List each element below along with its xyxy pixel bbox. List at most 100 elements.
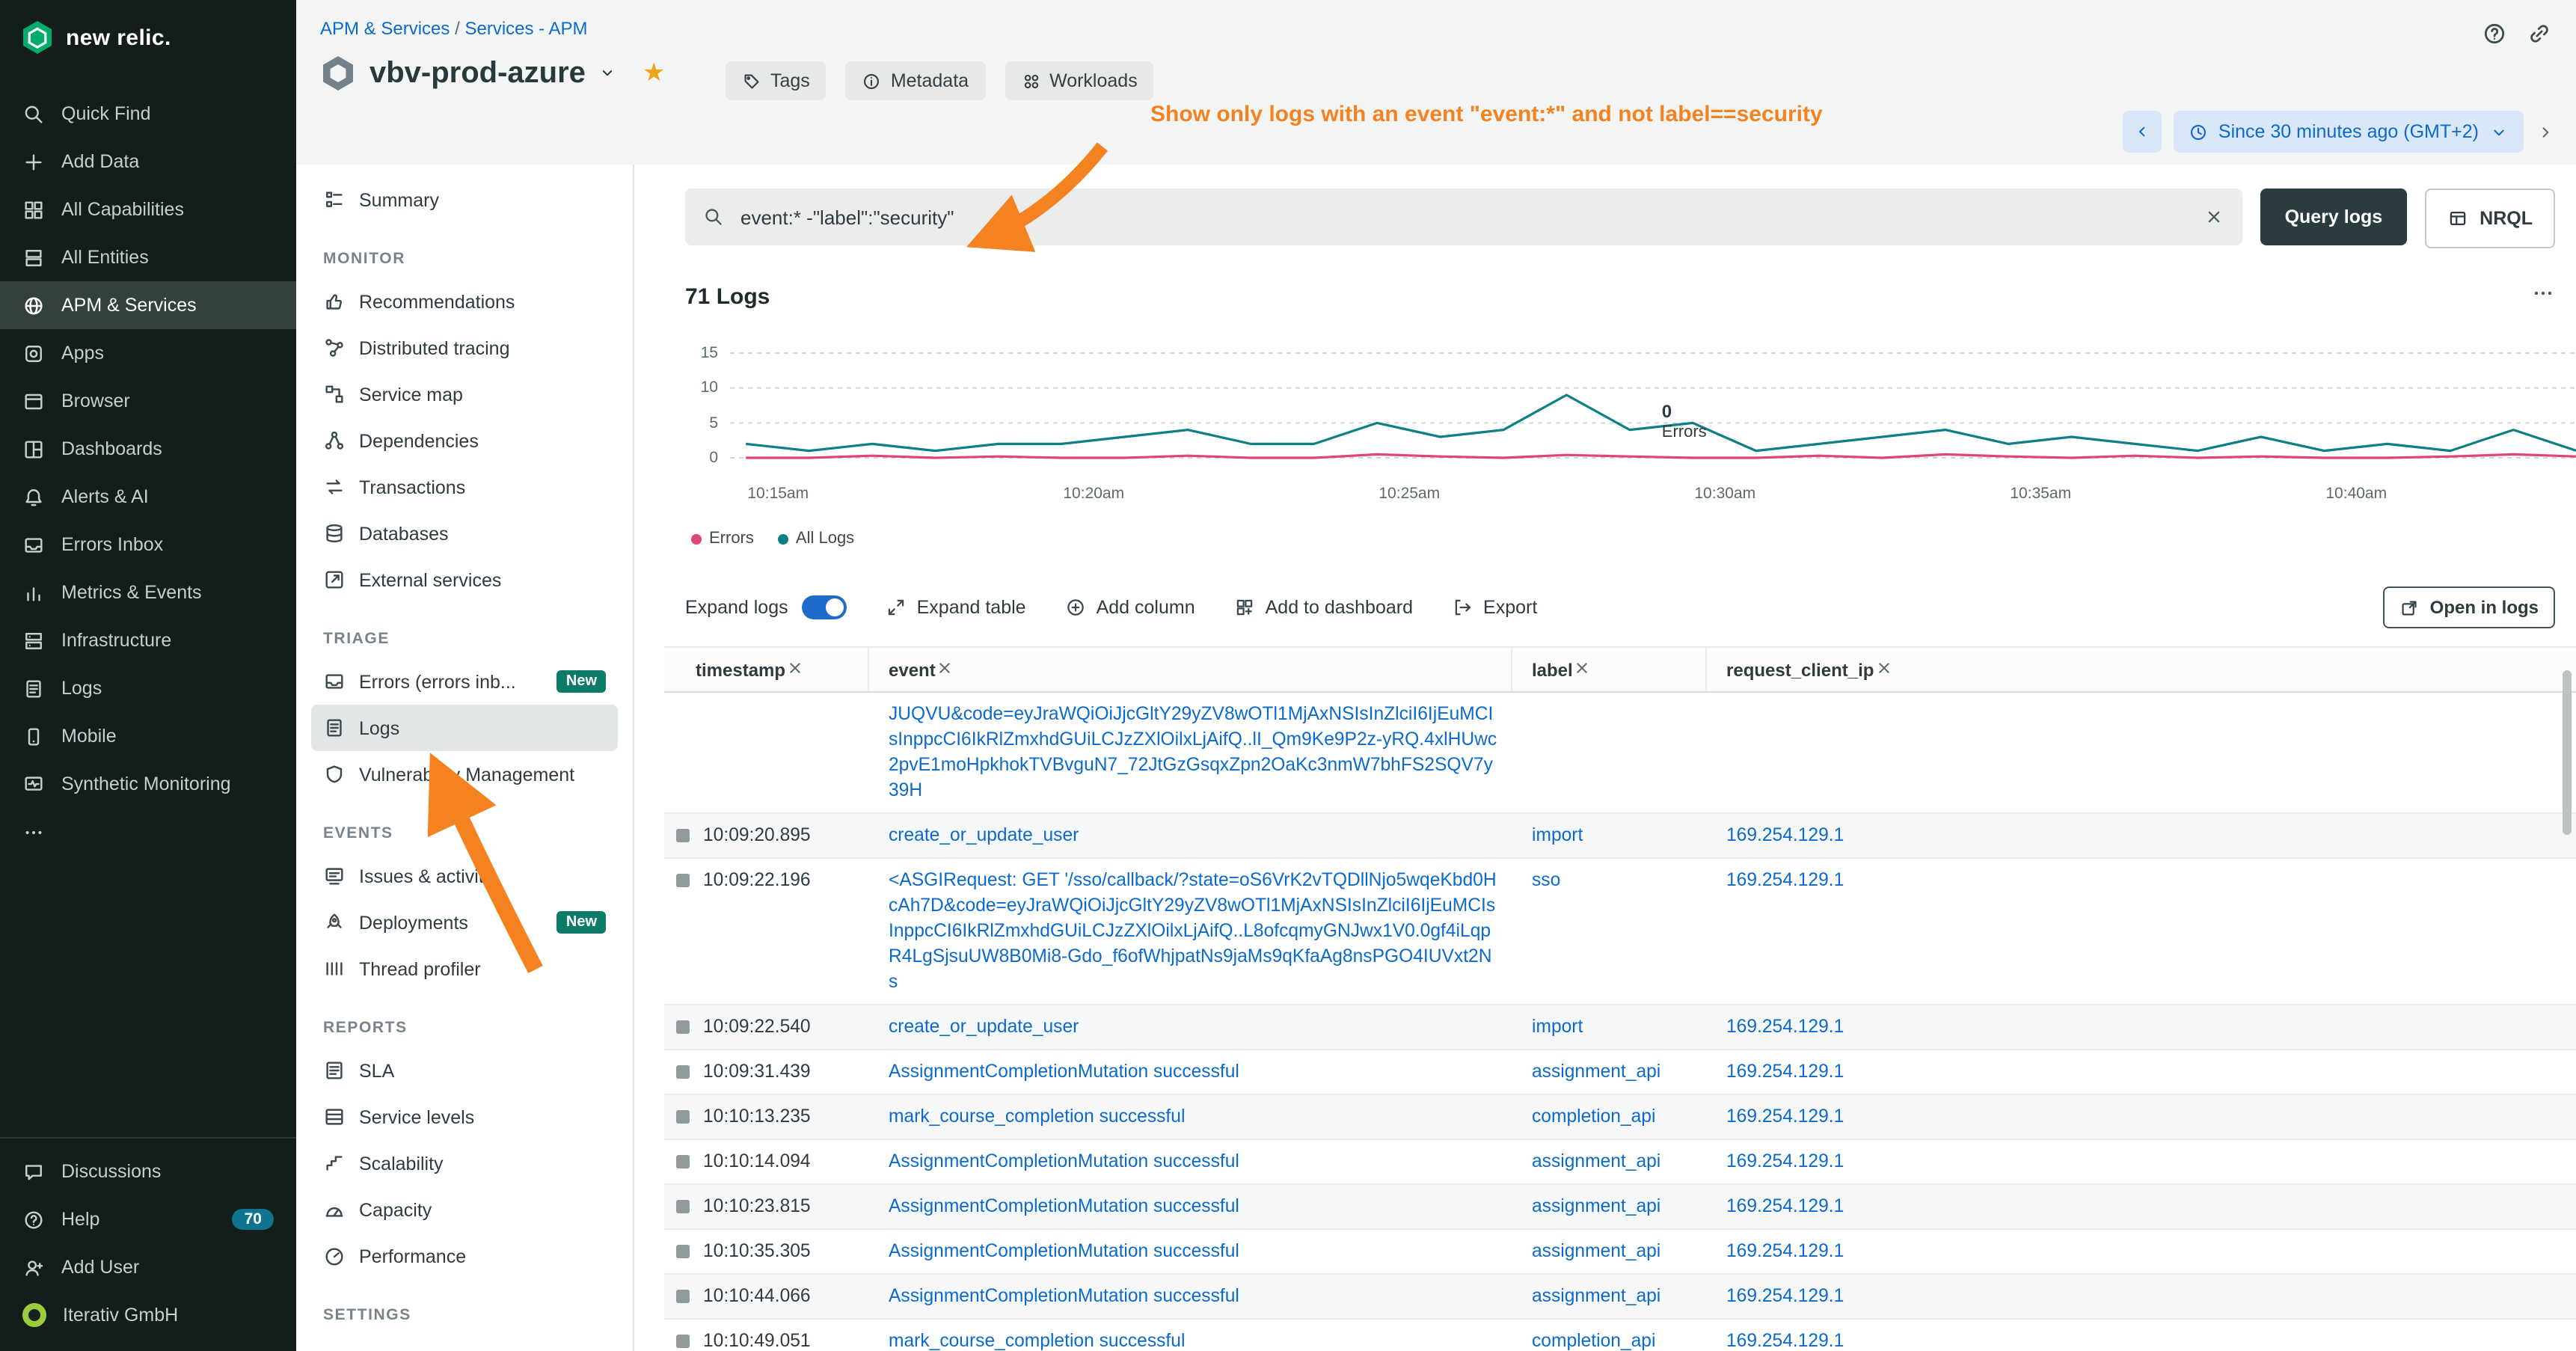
- time-picker[interactable]: Since 30 minutes ago (GMT+2): [2174, 111, 2524, 153]
- expand-table-button[interactable]: Expand table: [886, 597, 1026, 618]
- event-link[interactable]: JUQVU&code=eyJraWQiOiJjcGltY29yZV8wOTl1M…: [889, 703, 1497, 800]
- remove-column-wrap[interactable]: [785, 658, 805, 681]
- event-link[interactable]: create_or_update_user: [889, 824, 1079, 845]
- favorite-star-icon[interactable]: ★: [643, 58, 666, 88]
- event-link[interactable]: <ASGIRequest: GET '/sso/callback/?state=…: [889, 869, 1497, 992]
- nav-item-dependencies[interactable]: Dependencies: [311, 417, 618, 464]
- table-row[interactable]: 10:10:44.066AssignmentCompletionMutation…: [664, 1275, 2576, 1320]
- sidebar-item-all-capabilities[interactable]: All Capabilities: [0, 186, 296, 233]
- row-select-box[interactable]: [676, 874, 690, 887]
- nav-item-deployments[interactable]: DeploymentsNew: [311, 899, 618, 946]
- column-header-timestamp[interactable]: timestamp: [664, 648, 869, 691]
- sidebar-item-errors-inbox[interactable]: Errors Inbox: [0, 521, 296, 569]
- event-link[interactable]: AssignmentCompletionMutation successful: [889, 1195, 1239, 1216]
- nav-item-external-services[interactable]: External services: [311, 557, 618, 603]
- remove-column-wrap[interactable]: [1874, 658, 1893, 681]
- row-select-box[interactable]: [676, 1245, 690, 1258]
- nav-item-databases[interactable]: Databases: [311, 510, 618, 557]
- sidebar-footer-item-discussions[interactable]: Discussions: [0, 1148, 296, 1195]
- table-row[interactable]: 10:09:20.895create_or_update_userimport1…: [664, 814, 2576, 859]
- sidebar-footer-item-help[interactable]: Help70: [0, 1195, 296, 1243]
- row-select-box[interactable]: [676, 829, 690, 842]
- ip-link[interactable]: 169.254.129.1: [1726, 1016, 1844, 1037]
- ip-link[interactable]: 169.254.129.1: [1726, 1240, 1844, 1261]
- row-select-box[interactable]: [676, 1110, 690, 1124]
- breadcrumb-services-apm[interactable]: Services - APM: [464, 18, 587, 39]
- column-header-request-client-ip[interactable]: request_client_ip: [1707, 648, 2576, 691]
- nrql-button[interactable]: NRQL: [2424, 189, 2555, 248]
- sidebar-footer-item-add-user[interactable]: Add User: [0, 1243, 296, 1291]
- nav-item-vulnerability-management[interactable]: Vulnerability Management: [311, 751, 618, 797]
- label-link[interactable]: assignment_api: [1532, 1061, 1660, 1082]
- table-row[interactable]: 10:10:14.094AssignmentCompletionMutation…: [664, 1140, 2576, 1185]
- label-link[interactable]: import: [1532, 1016, 1583, 1037]
- column-header-label[interactable]: label: [1512, 648, 1707, 691]
- label-link[interactable]: assignment_api: [1532, 1285, 1660, 1306]
- table-row[interactable]: 10:09:22.196<ASGIRequest: GET '/sso/call…: [664, 859, 2576, 1005]
- query-logs-button[interactable]: Query logs: [2261, 189, 2407, 245]
- row-select-box[interactable]: [676, 1290, 690, 1303]
- table-row[interactable]: 10:09:31.439AssignmentCompletionMutation…: [664, 1050, 2576, 1095]
- sidebar-item-quick-find[interactable]: Quick Find: [0, 90, 296, 138]
- add-column-button[interactable]: Add column: [1065, 597, 1195, 618]
- nav-item-summary[interactable]: Summary: [311, 177, 618, 223]
- nav-item-recommendations[interactable]: Recommendations: [311, 278, 618, 325]
- nav-item-issues-activity[interactable]: Issues & activity: [311, 853, 618, 899]
- sidebar-item-infrastructure[interactable]: Infrastructure: [0, 616, 296, 664]
- sidebar-item-all-entities[interactable]: All Entities: [0, 233, 296, 281]
- collapse-panel-chevron-icon[interactable]: [2536, 122, 2555, 141]
- remove-column-wrap[interactable]: [1573, 658, 1592, 681]
- sidebar-item-metrics-events[interactable]: Metrics & Events: [0, 569, 296, 616]
- row-select-box[interactable]: [676, 1200, 690, 1213]
- export-button[interactable]: Export: [1452, 597, 1537, 618]
- table-row[interactable]: 10:10:13.235mark_course_completion succe…: [664, 1095, 2576, 1140]
- remove-column-wrap[interactable]: [936, 658, 955, 681]
- event-link[interactable]: AssignmentCompletionMutation successful: [889, 1240, 1239, 1261]
- table-row[interactable]: 10:10:35.305AssignmentCompletionMutation…: [664, 1230, 2576, 1275]
- label-link[interactable]: sso: [1532, 869, 1560, 890]
- ip-link[interactable]: 169.254.129.1: [1726, 1285, 1844, 1306]
- nav-item-capacity[interactable]: Capacity: [311, 1186, 618, 1233]
- row-select-box[interactable]: [676, 1155, 690, 1168]
- label-link[interactable]: assignment_api: [1532, 1195, 1660, 1216]
- event-link[interactable]: AssignmentCompletionMutation successful: [889, 1285, 1239, 1306]
- nav-item-performance[interactable]: Performance: [311, 1233, 618, 1279]
- event-link[interactable]: create_or_update_user: [889, 1016, 1079, 1037]
- ip-link[interactable]: 169.254.129.1: [1726, 824, 1844, 845]
- add-to-dashboard-button[interactable]: Add to dashboard: [1234, 597, 1413, 618]
- nav-item-distributed-tracing[interactable]: Distributed tracing: [311, 325, 618, 371]
- sidebar-item-browser[interactable]: Browser: [0, 377, 296, 425]
- label-link[interactable]: import: [1532, 824, 1583, 845]
- event-link[interactable]: AssignmentCompletionMutation successful: [889, 1151, 1239, 1171]
- row-select-box[interactable]: [676, 1065, 690, 1079]
- ip-link[interactable]: 169.254.129.1: [1726, 1195, 1844, 1216]
- new-relic-logo[interactable]: new relic.: [0, 0, 296, 75]
- breadcrumb-apm-services[interactable]: APM & Services: [320, 18, 450, 39]
- table-row[interactable]: 10:10:49.051mark_course_completion succe…: [664, 1320, 2576, 1351]
- sidebar-item-apm-services[interactable]: APM & Services: [0, 281, 296, 329]
- tags-button[interactable]: Tags: [726, 61, 827, 100]
- chart-plot[interactable]: [730, 347, 2576, 473]
- event-link[interactable]: mark_course_completion successful: [889, 1106, 1185, 1127]
- label-link[interactable]: completion_api: [1532, 1330, 1655, 1351]
- nav-item-logs[interactable]: Logs: [311, 705, 618, 751]
- column-header-event[interactable]: event: [869, 648, 1512, 691]
- label-link[interactable]: assignment_api: [1532, 1240, 1660, 1261]
- log-search-box[interactable]: [685, 189, 2243, 245]
- nav-item-errors-errors-inb[interactable]: Errors (errors inb...New: [311, 658, 618, 705]
- nav-item-scalability[interactable]: Scalability: [311, 1140, 618, 1186]
- nav-item-service-levels[interactable]: Service levels: [311, 1094, 618, 1140]
- scrollbar-thumb[interactable]: [2563, 670, 2572, 835]
- expand-logs-toggle[interactable]: [802, 595, 847, 619]
- ip-link[interactable]: 169.254.129.1: [1726, 1330, 1844, 1351]
- label-link[interactable]: completion_api: [1532, 1106, 1655, 1127]
- ip-link[interactable]: 169.254.129.1: [1726, 1151, 1844, 1171]
- entity-chevron-down-icon[interactable]: [599, 64, 617, 82]
- metadata-button[interactable]: Metadata: [846, 61, 985, 100]
- workloads-button[interactable]: Workloads: [1005, 61, 1154, 100]
- sidebar-footer-item-iterativ-gmbh[interactable]: Iterativ GmbH: [0, 1291, 296, 1339]
- ip-link[interactable]: 169.254.129.1: [1726, 869, 1844, 890]
- table-row[interactable]: JUQVU&code=eyJraWQiOiJjcGltY29yZV8wOTl1M…: [664, 693, 2576, 814]
- sidebar-item-apps[interactable]: Apps: [0, 329, 296, 377]
- label-link[interactable]: assignment_api: [1532, 1151, 1660, 1171]
